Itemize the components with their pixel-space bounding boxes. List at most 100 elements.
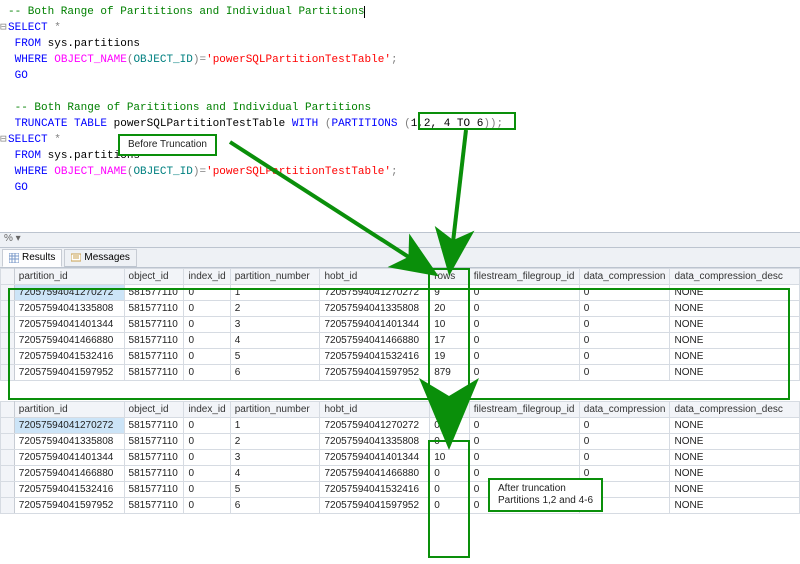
table-cell[interactable]: 10 [430,450,470,466]
table-cell[interactable]: 0 [579,450,670,466]
table-cell[interactable]: NONE [670,301,800,317]
table-cell[interactable]: 72057594041335808 [14,434,124,450]
table-cell[interactable]: 0 [184,301,230,317]
tab-results[interactable]: Results [2,249,62,267]
table-cell[interactable]: 72057594041532416 [320,482,430,498]
table-cell[interactable]: 6 [230,365,320,381]
table-cell[interactable]: NONE [670,349,800,365]
table-cell[interactable]: 0 [430,418,470,434]
table-cell[interactable]: 4 [230,466,320,482]
table-row[interactable]: 7205759404140134458157711003720575940414… [1,317,800,333]
table-row[interactable]: 7205759404153241658157711005720575940415… [1,349,800,365]
table-cell[interactable]: 4 [230,333,320,349]
table-cell[interactable]: 72057594041597952 [14,498,124,514]
table-cell[interactable]: 0 [469,466,579,482]
table-cell[interactable]: 581577110 [124,434,184,450]
table-cell[interactable]: 0 [184,333,230,349]
table-cell[interactable]: 0 [430,434,470,450]
table-cell[interactable]: 0 [579,466,670,482]
table-cell[interactable]: 0 [579,317,670,333]
table-cell[interactable]: 72057594041597952 [320,498,430,514]
table-row[interactable]: 7205759404159795258157711006720575940415… [1,365,800,381]
table-cell[interactable]: 72057594041466880 [320,333,430,349]
table-cell[interactable]: 0 [184,285,230,301]
column-header[interactable]: object_id [124,269,184,285]
table-cell[interactable]: 0 [184,450,230,466]
table-cell[interactable]: 0 [579,333,670,349]
table-cell[interactable]: 0 [579,349,670,365]
table-row[interactable]: 7205759404153241658157711005720575940415… [1,482,800,498]
table-cell[interactable]: 72057594041401344 [320,317,430,333]
column-header[interactable]: data_compression_desc [670,269,800,285]
table-cell[interactable]: 2 [230,301,320,317]
table-cell[interactable]: 0 [469,317,579,333]
table-cell[interactable]: 581577110 [124,482,184,498]
table-cell[interactable]: 1 [230,285,320,301]
table-cell[interactable]: 879 [430,365,470,381]
table-cell[interactable]: 5 [230,349,320,365]
table-cell[interactable]: 1 [230,418,320,434]
table-cell[interactable]: 72057594041532416 [14,349,124,365]
table-cell[interactable]: 72057594041597952 [14,365,124,381]
table-cell[interactable]: 0 [469,333,579,349]
table-cell[interactable]: 0 [579,285,670,301]
table-cell[interactable]: 0 [184,482,230,498]
column-header[interactable]: rows [430,402,470,418]
table-cell[interactable]: 72057594041532416 [14,482,124,498]
column-header[interactable]: hobt_id [320,402,430,418]
table-cell[interactable]: NONE [670,365,800,381]
table-cell[interactable]: 0 [184,317,230,333]
table-cell[interactable]: 0 [469,418,579,434]
table-cell[interactable]: 5 [230,482,320,498]
table-cell[interactable]: 0 [184,418,230,434]
table-cell[interactable]: 0 [184,349,230,365]
table-cell[interactable]: 72057594041401344 [14,317,124,333]
sql-editor[interactable]: -- Both Range of Parititions and Individ… [0,0,800,232]
table-cell[interactable]: 0 [430,498,470,514]
table-cell[interactable]: 72057594041270272 [14,285,124,301]
table-cell[interactable]: 72057594041270272 [14,418,124,434]
table-cell[interactable]: 0 [469,498,579,514]
column-header[interactable]: partition_id [14,269,124,285]
table-cell[interactable]: 72057594041532416 [320,349,430,365]
table-cell[interactable]: NONE [670,434,800,450]
table-cell[interactable]: 581577110 [124,466,184,482]
table-cell[interactable]: 0 [579,482,670,498]
table-cell[interactable]: 72057594041466880 [320,466,430,482]
table-cell[interactable]: NONE [670,466,800,482]
table-cell[interactable]: 0 [579,301,670,317]
table-cell[interactable]: 581577110 [124,349,184,365]
table-cell[interactable]: 581577110 [124,365,184,381]
column-header[interactable]: partition_number [230,402,320,418]
table-cell[interactable]: 0 [469,434,579,450]
table-cell[interactable]: 0 [579,498,670,514]
table-cell[interactable]: 72057594041597952 [320,365,430,381]
table-row[interactable]: 7205759404127027258157711001720575940412… [1,418,800,434]
table-cell[interactable]: NONE [670,450,800,466]
table-cell[interactable]: 0 [469,365,579,381]
column-header[interactable]: object_id [124,402,184,418]
table-cell[interactable]: 17 [430,333,470,349]
column-header[interactable]: partition_id [14,402,124,418]
column-header[interactable]: filestream_filegroup_id [469,402,579,418]
table-cell[interactable]: 72057594041401344 [14,450,124,466]
table-cell[interactable]: 3 [230,450,320,466]
table-cell[interactable]: 0 [430,482,470,498]
results-grid-1[interactable]: partition_idobject_idindex_idpartition_n… [0,268,800,381]
table-cell[interactable]: NONE [670,317,800,333]
table-cell[interactable]: NONE [670,498,800,514]
column-header[interactable]: index_id [184,402,230,418]
table-cell[interactable]: NONE [670,333,800,349]
table-row[interactable]: 7205759404146688058157711004720575940414… [1,466,800,482]
table-cell[interactable]: 10 [430,317,470,333]
table-cell[interactable]: 20 [430,301,470,317]
table-cell[interactable]: 0 [469,482,579,498]
table-cell[interactable]: 0 [184,466,230,482]
table-cell[interactable]: 0 [579,434,670,450]
table-cell[interactable]: 581577110 [124,418,184,434]
table-cell[interactable]: NONE [670,285,800,301]
column-header[interactable]: hobt_id [320,269,430,285]
column-header[interactable]: index_id [184,269,230,285]
table-row[interactable]: 7205759404146688058157711004720575940414… [1,333,800,349]
table-cell[interactable]: 581577110 [124,301,184,317]
